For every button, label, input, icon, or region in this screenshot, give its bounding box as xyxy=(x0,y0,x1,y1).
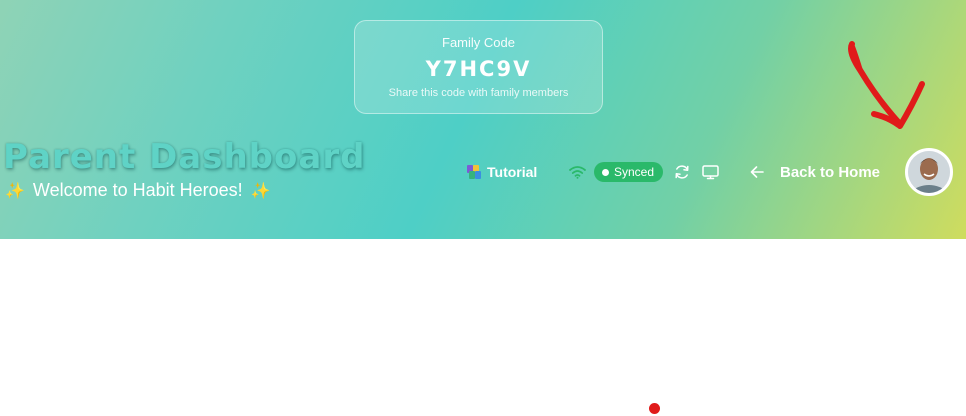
welcome-message: ✨ Welcome to Habit Heroes! ✨ xyxy=(5,180,271,201)
status-dot xyxy=(602,168,609,176)
refresh-icon[interactable] xyxy=(674,160,690,184)
page-title: Parent Dashboard xyxy=(3,137,366,177)
welcome-text: Welcome to Habit Heroes! xyxy=(32,180,243,200)
monitor-icon[interactable] xyxy=(702,160,719,184)
back-to-home-button[interactable]: Back to Home xyxy=(750,160,880,184)
tutorial-icon xyxy=(467,165,481,179)
wifi-icon xyxy=(569,160,586,184)
family-code-value: Y7HC9V xyxy=(425,57,532,81)
family-code-hint: Share this code with family members xyxy=(388,87,569,99)
tutorial-label: Tutorial xyxy=(487,164,538,180)
dashboard-header: Family Code Y7HC9V Share this code with … xyxy=(0,0,966,239)
sparkle-icon: ✨ xyxy=(250,182,271,200)
arrow-left-icon xyxy=(750,166,764,178)
sync-status-label: Synced xyxy=(614,165,655,179)
back-to-home-label: Back to Home xyxy=(780,163,881,181)
annotation-dot xyxy=(649,403,660,414)
user-avatar[interactable] xyxy=(905,148,953,196)
sparkle-icon: ✨ xyxy=(5,182,25,200)
family-code-label: Family Code xyxy=(442,35,515,50)
annotation-arrow-icon xyxy=(848,41,925,129)
sync-status-badge: Synced xyxy=(594,162,664,182)
family-code-card: Family Code Y7HC9V Share this code with … xyxy=(354,20,603,114)
tutorial-button[interactable]: Tutorial xyxy=(467,160,537,184)
